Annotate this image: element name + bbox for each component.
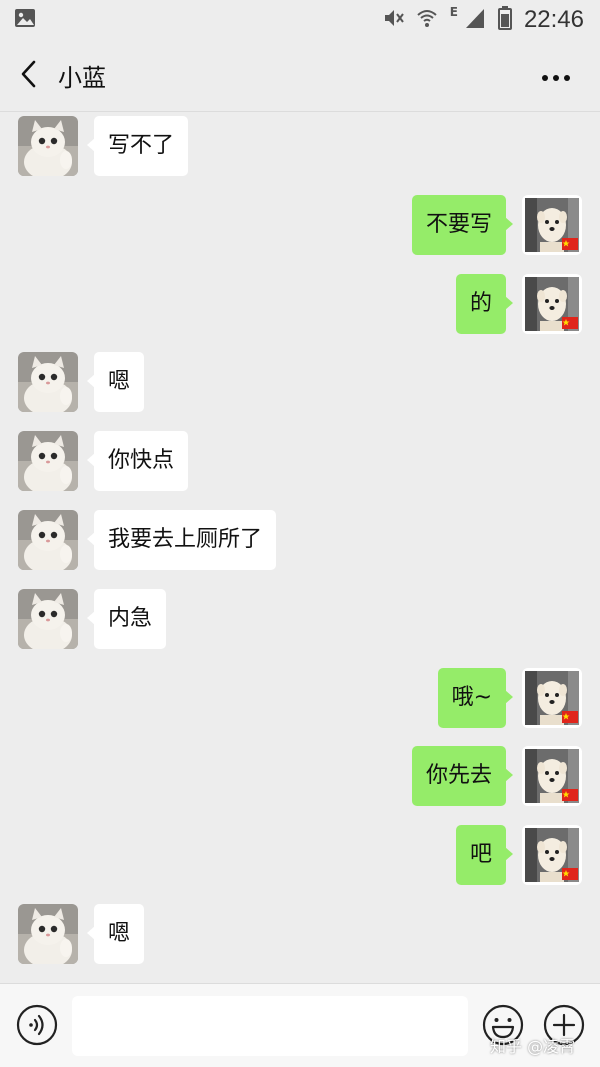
message-bubble-received[interactable]: 内急 [86,589,167,649]
message-row: 嗯 [18,904,145,964]
voice-icon [16,1004,58,1050]
status-right: E 22:46 [382,5,584,34]
message-row: 嗯 [18,352,145,412]
contact-avatar[interactable] [18,510,78,570]
status-left [14,8,36,32]
message-bubble-received[interactable]: 嗯 [86,352,145,412]
battery-icon [497,6,512,34]
status-bar: E 22:46 [0,0,600,40]
mute-icon [382,7,404,33]
message-bubble-sent[interactable]: 的 [455,274,514,334]
contact-avatar[interactable] [18,431,78,491]
wifi-icon [416,7,438,33]
voice-button[interactable] [16,1004,58,1046]
chevron-left-icon [19,59,39,93]
watermark: 知乎 @凌霄 [490,1037,576,1056]
message-row: 内急 [18,589,167,649]
message-row: 哦~ [437,668,582,728]
message-bubble-sent[interactable]: 哦~ [437,668,514,728]
self-avatar[interactable] [522,668,582,728]
network-type: E [449,5,458,19]
contact-avatar[interactable] [18,116,78,176]
status-time: 22:46 [523,6,584,33]
message-bubble-received[interactable]: 我要去上厕所了 [86,510,277,570]
contact-avatar[interactable] [18,589,78,649]
signal-icon [464,7,486,33]
self-avatar[interactable] [522,825,582,885]
message-row: 吧 [455,825,582,885]
gallery-icon [14,8,36,32]
message-row: 你先去 [411,746,582,806]
message-input[interactable] [72,996,468,1056]
message-row: 的 [455,274,582,334]
contact-avatar[interactable] [18,904,78,964]
chat-title: 小蓝 [58,64,106,92]
self-avatar[interactable] [522,274,582,334]
more-button[interactable] [538,64,574,88]
message-row: 写不了 [18,116,189,176]
more-dots-icon [541,67,571,86]
message-bubble-sent[interactable]: 吧 [455,825,514,885]
message-bubble-sent[interactable]: 不要写 [411,195,514,255]
message-bubble-received[interactable]: 写不了 [86,116,189,176]
message-row: 我要去上厕所了 [18,510,277,570]
chat-header: 小蓝 [0,40,600,112]
message-bubble-received[interactable]: 嗯 [86,904,145,964]
message-bubble-received[interactable]: 你快点 [86,431,189,491]
message-row: 你快点 [18,431,189,491]
contact-avatar[interactable] [18,352,78,412]
back-button[interactable] [0,40,58,112]
self-avatar[interactable] [522,195,582,255]
self-avatar[interactable] [522,746,582,806]
message-bubble-sent[interactable]: 你先去 [411,746,514,806]
message-row: 不要写 [411,195,582,255]
